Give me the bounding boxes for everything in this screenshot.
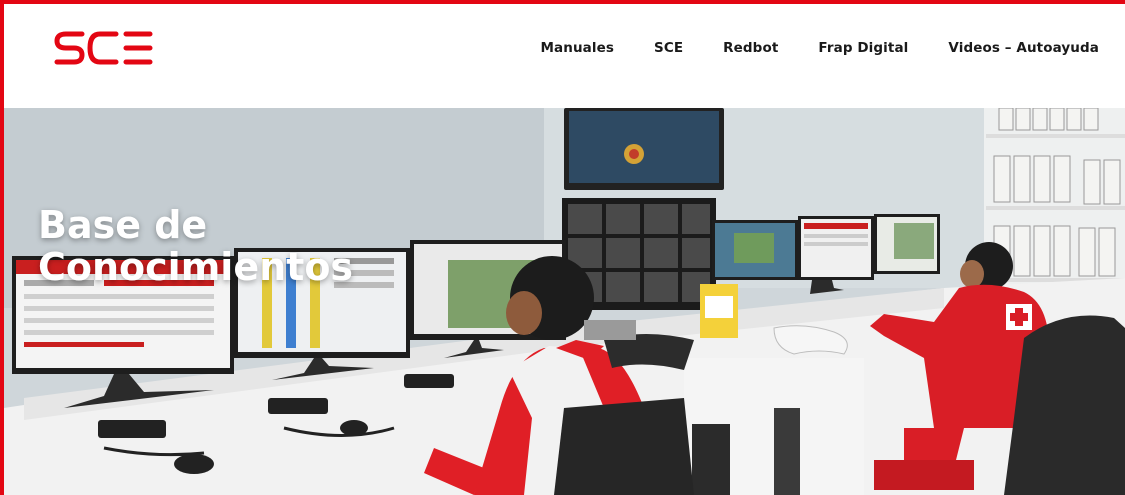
hero-title-line1: Base de — [38, 203, 208, 247]
hero-title: Base de Conocimientos — [38, 204, 353, 288]
nav-redbot[interactable]: Redbot — [723, 40, 778, 56]
main-nav: Manuales SCE Redbot Frap Digital Videos … — [541, 40, 1099, 56]
sce-logo[interactable] — [54, 28, 154, 68]
control-room-photo — [4, 108, 1125, 495]
site-header: Manuales SCE Redbot Frap Digital Videos … — [4, 4, 1125, 108]
nav-frap-digital[interactable]: Frap Digital — [818, 40, 908, 56]
nav-sce[interactable]: SCE — [654, 40, 683, 56]
hero-banner: Base de Conocimientos — [4, 108, 1125, 495]
nav-manuales[interactable]: Manuales — [541, 40, 615, 56]
hero-title-line2: Conocimientos — [38, 245, 354, 289]
nav-videos-autoayuda[interactable]: Videos – Autoayuda — [948, 40, 1099, 56]
